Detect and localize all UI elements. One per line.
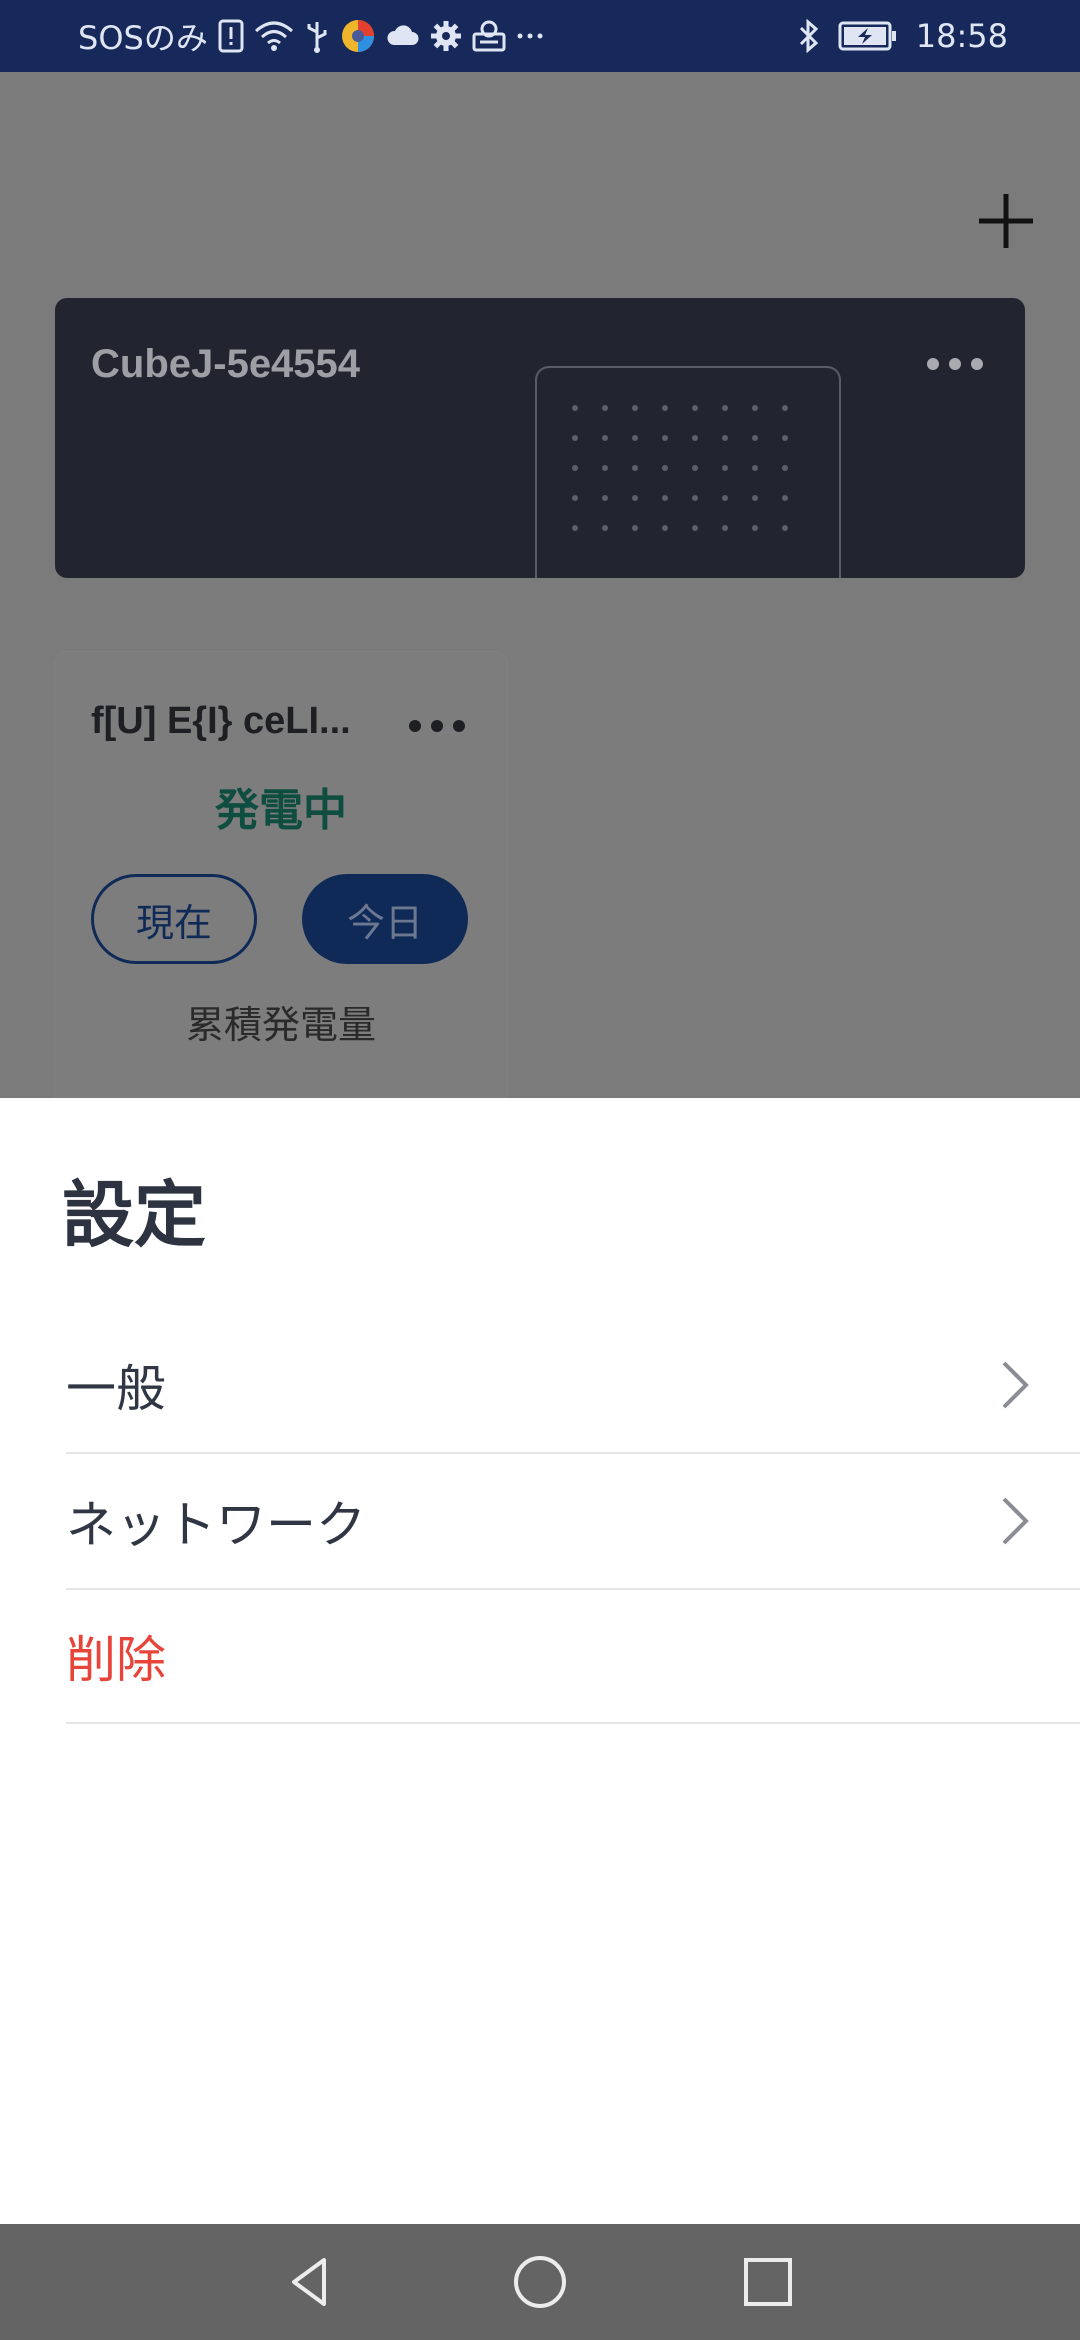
bluetooth-icon (798, 19, 820, 53)
menu-item-general[interactable]: 一般 (66, 1318, 1080, 1454)
battery-charging-icon (838, 20, 898, 52)
carrier-label: SOSのみ (78, 19, 208, 57)
more-horizontal-icon[interactable] (925, 354, 985, 374)
cumulative-generation-label: 累積発電量 (185, 1003, 376, 1047)
sheet-title: 設定 (62, 1173, 207, 1257)
clock: 18:58 (915, 17, 1008, 55)
device-card[interactable]: CubeJ-5e4554 (55, 298, 1025, 578)
menu-item-label: ネットワーク (66, 1496, 366, 1554)
device-image (535, 366, 841, 578)
now-button[interactable]: 現在 (91, 874, 257, 964)
device-name: CubeJ-5e4554 (91, 342, 361, 386)
status-bar: SOSのみ 18:58 (0, 0, 1080, 72)
sim-alert-icon (218, 19, 244, 53)
back-icon[interactable] (280, 2252, 340, 2312)
more-horizontal-icon[interactable] (407, 716, 467, 736)
menu-item-label: 一般 (66, 1360, 166, 1418)
app-color-icon (340, 18, 376, 54)
status-bar-right: 18:58 (798, 0, 1008, 72)
usb-icon (304, 18, 330, 54)
menu-item-label: 削除 (66, 1631, 166, 1689)
more-icon (516, 32, 544, 40)
app-background: CubeJ-5e4554 f[U] E{I} ceLI... 発電中 現在 今日… (0, 72, 1080, 1098)
menu-item-delete[interactable]: 削除 (66, 1590, 1080, 1724)
wifi-icon (254, 19, 294, 53)
sensor-card[interactable]: f[U] E{I} ceLI... 発電中 現在 今日 累積発電量 (55, 652, 507, 1098)
menu-item-network[interactable]: ネットワーク (66, 1454, 1080, 1590)
today-button[interactable]: 今日 (302, 874, 468, 964)
plus-icon[interactable] (975, 190, 1037, 252)
app-icon (472, 20, 506, 52)
cloud-icon (386, 23, 420, 49)
navigation-bar (0, 2224, 1080, 2340)
chevron-right-icon (1000, 1359, 1030, 1411)
sensor-name: f[U] E{I} ceLI... (91, 700, 351, 742)
home-icon[interactable] (510, 2252, 570, 2312)
gear-icon (430, 20, 462, 52)
recents-icon[interactable] (738, 2252, 798, 2312)
status-bar-left: SOSのみ (78, 0, 544, 72)
generation-status: 発電中 (215, 785, 347, 836)
settings-sheet: 設定 一般 ネットワーク 削除 (0, 1098, 1080, 2224)
chevron-right-icon (1000, 1495, 1030, 1547)
device-grille-icon (572, 405, 788, 531)
